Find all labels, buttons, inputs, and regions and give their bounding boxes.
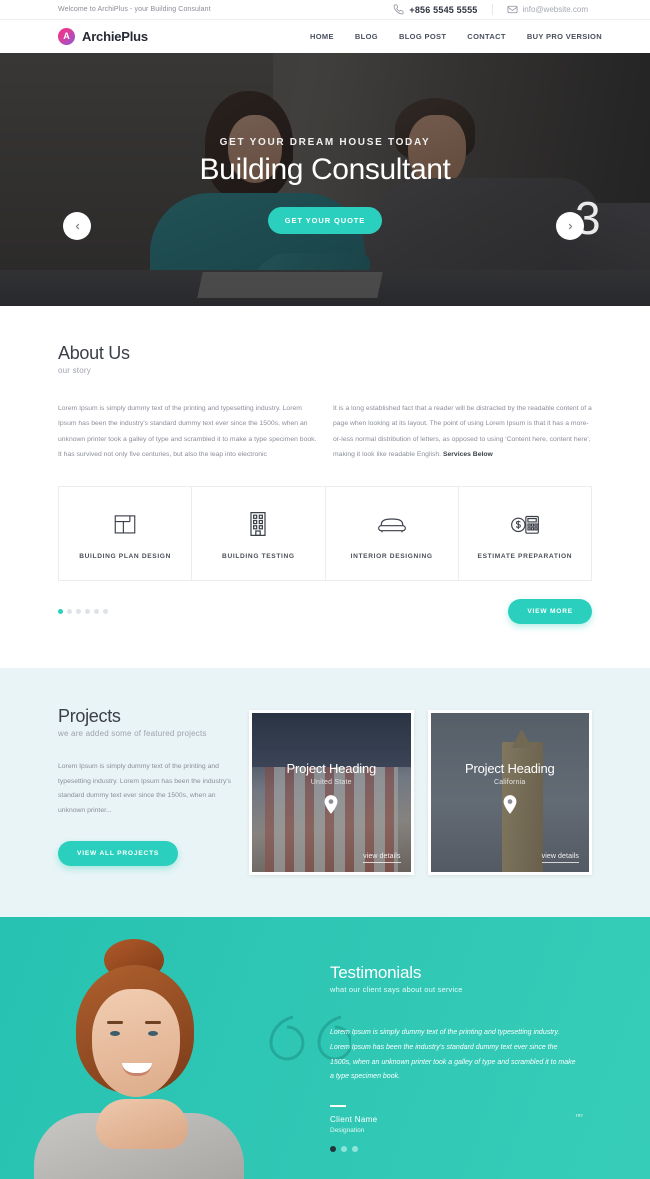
project-location: California [493,779,526,787]
building-icon [198,509,318,539]
projects-intro: Projects we are added some of featured p… [58,704,233,875]
projects-paragraph: Lorem Ipsum is simply dummy text of the … [58,763,232,814]
service-card-interior-designing[interactable]: INTERIOR DESIGNING [326,487,459,581]
client-designation: Designation [330,1126,365,1134]
hero-slider: GET YOUR DREAM HOUSE TODAY Building Cons… [0,53,650,306]
landing-page: Welcome to ArchiPlus - your Building Con… [0,0,650,1179]
map-pin-icon [503,795,517,814]
carousel-dot[interactable] [67,609,72,615]
client-photo [0,917,270,1179]
services-grid: BUILDING PLAN DESIGN BUILDING TESTING IN… [58,486,592,582]
phone-icon [393,4,404,15]
service-label: BUILDING TESTING [222,553,295,561]
hero-kicker: GET YOUR DREAM HOUSE TODAY [219,136,431,148]
welcome-message: Welcome to ArchiPlus - your Building Con… [58,6,211,13]
email-contact[interactable]: info@website.com [491,4,602,15]
carousel-dot[interactable] [58,609,63,615]
carousel-dot[interactable] [352,1145,358,1152]
carousel-dot[interactable] [341,1145,347,1152]
service-card-building-testing[interactable]: BUILDING TESTING [192,487,326,581]
view-more-button[interactable]: VIEW MORE [508,599,592,625]
logo-icon: A [58,28,75,45]
about-title: About Us [58,343,130,363]
project-title: Project Heading [286,761,377,777]
top-bar: Welcome to ArchiPlus - your Building Con… [0,0,650,20]
project-view-details-link[interactable]: view details [363,853,401,864]
about-subtitle: our story [58,366,91,375]
nav-item-blog[interactable]: BLOG [355,32,378,41]
project-card[interactable]: Project Heading United State view detail… [249,710,414,876]
nav-item-buy-pro-version[interactable]: BUY PRO VERSION [527,32,602,41]
sofa-icon [332,509,452,539]
mail-icon [507,4,518,15]
project-view-details-link[interactable]: view details [541,853,579,864]
service-label: ESTIMATE PREPARATION [477,553,573,561]
email-address: info@website.com [522,5,588,14]
about-paragraph-left: Lorem Ipsum is simply dummy text of the … [58,405,317,458]
carousel-dot[interactable] [76,609,81,615]
projects-section: Projects we are added some of featured p… [0,668,650,918]
testimonials-subtitle: what our client says about out service [330,985,463,995]
service-label: BUILDING PLAN DESIGN [79,553,171,561]
brand-name: ArchiePlus [82,29,148,44]
testimonial-quote-text: Lorem Ipsum is simply dummy text of the … [330,1029,576,1081]
hero-title: Building Consultant [199,152,451,186]
carousel-dot[interactable] [94,609,99,615]
brand-logo[interactable]: A ArchiePlus [58,28,310,45]
service-label: INTERIOR DESIGNING [350,553,433,561]
divider [330,1104,346,1107]
about-columns: Lorem Ipsum is simply dummy text of the … [58,401,592,462]
project-card[interactable]: Project Heading California view details [427,710,592,876]
map-pin-icon [324,795,338,814]
projects-title: Projects [58,706,121,727]
about-footer: VIEW MORE [58,581,592,668]
phone-contact[interactable]: +856 5545 5555 [379,4,491,15]
phone-number: +856 5545 5555 [409,4,478,15]
carousel-dot[interactable] [330,1145,336,1152]
floor-plan-icon [65,509,185,539]
chevron-right-icon [566,222,575,231]
service-card-building-plan-design[interactable]: BUILDING PLAN DESIGN [59,487,193,581]
testimonials-section: Testimonials what our client says about … [0,917,650,1179]
project-cards: Project Heading United State view detail… [249,704,592,876]
client-name: Client Name [330,1114,378,1124]
project-location: United State [310,779,352,787]
nav-item-contact[interactable]: CONTACT [467,32,506,41]
main-nav: HOME BLOG BLOG POST CONTACT BUY PRO VERS… [310,32,602,41]
hero-prev-button[interactable] [63,212,91,240]
services-below-label: Services Below [442,450,493,458]
top-bar-contact: +856 5545 5555 info@website.com [379,4,602,15]
get-quote-button[interactable]: GET YOUR QUOTE [267,207,383,235]
carousel-dot[interactable] [103,609,108,615]
carousel-dot[interactable] [85,609,90,615]
nav-item-blog-post[interactable]: BLOG POST [399,32,446,41]
about-paragraph-right: It is a long established fact that a rea… [333,401,592,462]
testimonials-carousel-dots[interactable] [330,1145,598,1152]
calculator-icon [465,509,585,539]
hero-content: GET YOUR DREAM HOUSE TODAY Building Cons… [0,53,650,306]
closing-quote-icon: ”” [575,1111,583,1127]
about-section: About Us our story Lorem Ipsum is simply… [0,306,650,669]
project-card-body: Project Heading United State [252,713,411,872]
testimonials-title: Testimonials [330,963,422,983]
site-header: A ArchiePlus HOME BLOG BLOG POST CONTACT… [0,20,650,53]
nav-item-home[interactable]: HOME [310,32,334,41]
testimonials-content: Testimonials what our client says about … [330,963,598,1152]
chevron-left-icon [73,222,82,231]
view-all-projects-button[interactable]: VIEW ALL PROJECTS [58,840,179,866]
hero-next-button[interactable] [556,212,584,240]
project-card-body: Project Heading California [431,713,590,872]
about-carousel-dots[interactable] [58,609,108,615]
service-card-estimate-preparation[interactable]: ESTIMATE PREPARATION [459,487,591,580]
projects-subtitle: we are added some of featured projects [58,729,207,739]
projects-wrapper: Projects we are added some of featured p… [58,704,592,876]
project-title: Project Heading [465,761,555,777]
